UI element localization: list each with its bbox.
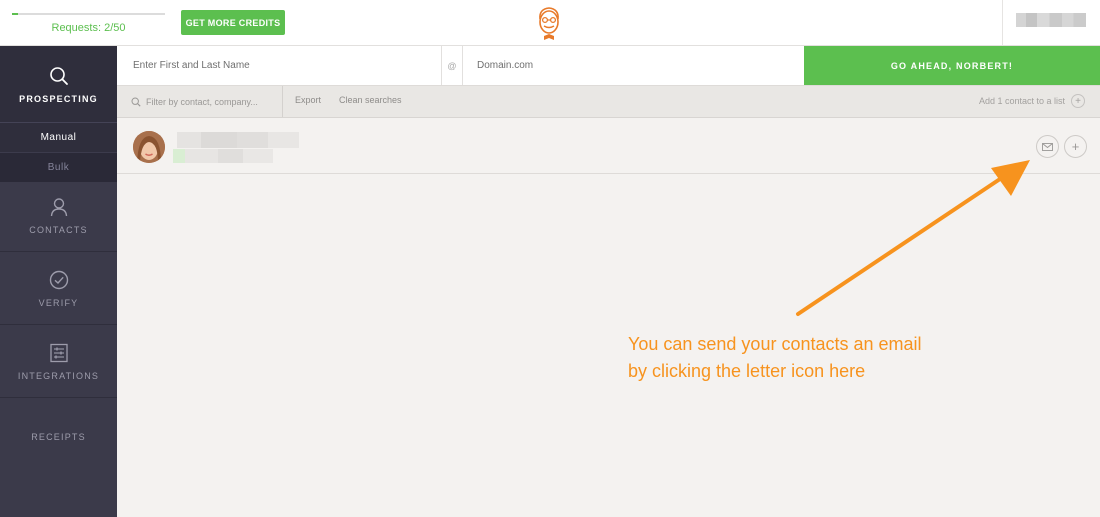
sidebar-item-verify[interactable]: VERIFY [0,253,117,325]
filter-field [117,86,283,117]
go-ahead-norbert-button[interactable]: GO AHEAD, NORBERT! [804,46,1100,85]
sidebar-item-label: CONTACTS [29,225,88,235]
top-bar: Requests: 2/50 GET MORE CREDITS [0,0,1100,46]
header-divider [1002,0,1003,45]
sidebar-subitem-bulk[interactable]: Bulk [0,152,117,182]
name-input[interactable] [117,46,441,85]
contact-name-blurred [237,132,299,148]
sidebar-item-label: VERIFY [38,298,79,308]
sidebar-item-label: RECEIPTS [31,431,86,442]
add-to-list-label: Add 1 contact to a list [978,96,1065,106]
contact-name-blurred [177,132,237,148]
sidebar-item-contacts[interactable]: CONTACTS [0,180,117,252]
person-icon [50,198,67,217]
contact-email-blurred [173,149,273,163]
send-email-button[interactable] [1036,135,1059,158]
add-contact-to-list[interactable]: Add 1 contact to a list + [979,94,1085,108]
domain-input[interactable] [463,46,804,85]
envelope-icon [1042,142,1053,151]
sliders-icon [49,343,68,363]
avatar [133,131,165,163]
user-name-blurred[interactable] [1016,13,1086,27]
clean-searches-link[interactable]: Clean searches [339,95,402,105]
search-icon [49,66,68,85]
search-icon [131,96,141,107]
plus-icon[interactable]: + [1071,94,1085,108]
sidebar: PROSPECTING Manual Bulk CONTACTS VERIFY … [0,46,117,517]
annotation-text: You can send your contacts an email by c… [628,334,922,381]
contact-row: + [117,118,1100,174]
check-circle-icon [49,270,68,290]
add-contact-button[interactable]: + [1064,135,1087,158]
sidebar-item-label: INTEGRATIONS [17,371,100,381]
filter-bar: Export Clean searches Add 1 contact to a… [117,86,1100,118]
at-separator: @ [441,46,463,85]
norbert-face-icon[interactable] [533,5,565,41]
sidebar-item-integrations[interactable]: INTEGRATIONS [0,326,117,398]
export-link[interactable]: Export [295,95,321,105]
sidebar-item-prospecting[interactable]: PROSPECTING [0,46,117,122]
sidebar-item-label: PROSPECTING [19,93,98,104]
requests-counter: Requests: 2/50 [51,22,126,34]
filter-input[interactable] [146,96,276,107]
requests-progress-bar [12,13,165,15]
requests-progress-fill [12,13,19,15]
get-more-credits-button[interactable]: GET MORE CREDITS [181,10,285,35]
sidebar-item-receipts[interactable]: RECEIPTS [0,413,117,453]
sidebar-subitem-manual[interactable]: Manual [0,122,117,152]
search-bar: @ GO AHEAD, NORBERT! [117,46,1100,86]
